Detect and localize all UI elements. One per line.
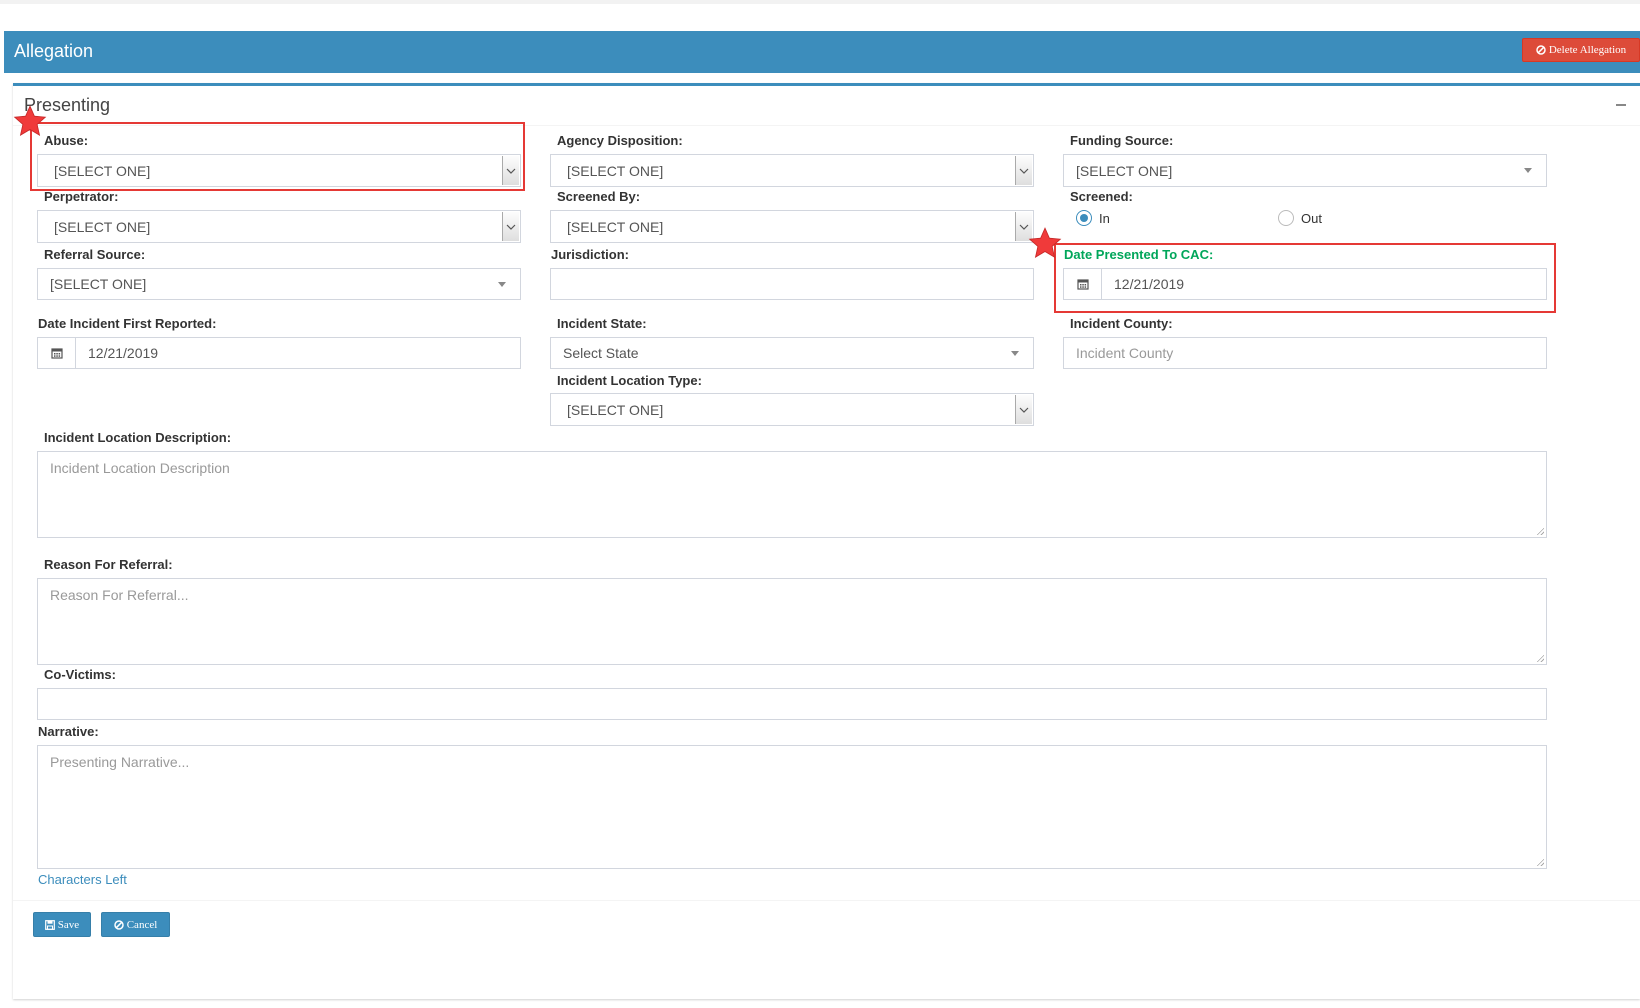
screened-in-label: In <box>1099 211 1110 226</box>
resize-grip-icon[interactable] <box>1536 858 1544 866</box>
resize-grip-icon[interactable] <box>1536 654 1544 662</box>
resize-grip-icon[interactable] <box>1536 527 1544 535</box>
perpetrator-select[interactable]: [SELECT ONE] <box>37 210 521 243</box>
date-first-reported-input[interactable]: 12/21/2019 <box>37 337 521 369</box>
incident-location-description-label: Incident Location Description: <box>44 430 232 445</box>
minus-icon[interactable] <box>1614 95 1628 109</box>
referral-source-label: Referral Source: <box>44 247 146 262</box>
screened-label: Screened: <box>1070 189 1133 204</box>
chevron-down-icon <box>1015 156 1032 185</box>
cancel-button[interactable]: Cancel <box>101 912 170 937</box>
ban-icon <box>1536 45 1546 55</box>
save-button[interactable]: Save <box>33 912 91 937</box>
incident-state-value: Select State <box>563 345 639 361</box>
date-presented-highlight-box <box>1054 243 1556 313</box>
panel-footer-divider <box>13 900 1640 901</box>
characters-left-link[interactable]: Characters Left <box>38 872 127 887</box>
perpetrator-label: Perpetrator: <box>44 189 119 204</box>
screened-by-select[interactable]: [SELECT ONE] <box>550 210 1034 243</box>
incident-county-label: Incident County: <box>1070 316 1173 331</box>
chevron-down-icon <box>1015 395 1032 424</box>
allegation-header-bar <box>4 31 1640 73</box>
ban-icon <box>113 919 124 930</box>
co-victims-label: Co-Victims: <box>44 667 116 682</box>
incident-state-label: Incident State: <box>557 316 647 331</box>
save-label: Save <box>57 918 80 931</box>
narrative-placeholder: Presenting Narrative... <box>50 754 190 770</box>
reason-for-referral-placeholder: Reason For Referral... <box>50 587 189 603</box>
screened-out-label: Out <box>1301 211 1322 226</box>
funding-source-select[interactable]: [SELECT ONE] <box>1063 154 1547 187</box>
incident-location-type-select[interactable]: [SELECT ONE] <box>550 393 1034 426</box>
incident-county-input[interactable]: Incident County <box>1063 337 1547 369</box>
star-icon <box>13 104 47 138</box>
perpetrator-value: [SELECT ONE] <box>54 218 151 235</box>
jurisdiction-input[interactable] <box>550 268 1034 300</box>
narrative-label: Narrative: <box>38 724 99 739</box>
delete-allegation-button[interactable]: Delete Allegation <box>1522 38 1640 62</box>
narrative-textarea[interactable]: Presenting Narrative... <box>37 745 1547 869</box>
incident-location-type-label: Incident Location Type: <box>557 373 702 388</box>
screened-by-label: Screened By: <box>557 189 641 204</box>
co-victims-input[interactable] <box>37 688 1547 720</box>
agency-disposition-value: [SELECT ONE] <box>567 162 664 179</box>
incident-location-description-placeholder: Incident Location Description <box>50 460 230 476</box>
cancel-label: Cancel <box>126 918 158 931</box>
reason-for-referral-textarea[interactable]: Reason For Referral... <box>37 578 1547 665</box>
jurisdiction-label: Jurisdiction: <box>551 247 630 262</box>
abuse-highlight-box <box>30 122 525 191</box>
incident-county-placeholder: Incident County <box>1076 345 1174 361</box>
screened-out-radio[interactable] <box>1278 210 1294 226</box>
delete-allegation-label: Delete Allegation <box>1548 44 1627 56</box>
reason-for-referral-label: Reason For Referral: <box>44 557 173 572</box>
incident-state-select[interactable]: Select State <box>550 337 1034 369</box>
star-icon <box>1028 226 1062 260</box>
date-first-reported-label: Date Incident First Reported: <box>38 316 217 331</box>
date-first-reported-value: 12/21/2019 <box>88 345 159 361</box>
top-strip <box>0 0 1640 4</box>
agency-disposition-label: Agency Disposition: <box>557 133 683 148</box>
referral-source-value: [SELECT ONE] <box>50 276 147 292</box>
screened-by-value: [SELECT ONE] <box>567 218 664 235</box>
referral-source-select[interactable]: [SELECT ONE] <box>37 268 521 300</box>
page-title: Allegation <box>14 41 94 61</box>
chevron-down-icon <box>502 212 519 241</box>
incident-location-description-textarea[interactable]: Incident Location Description <box>37 451 1547 538</box>
caret-down-icon <box>498 281 506 287</box>
caret-down-icon <box>1011 350 1019 356</box>
agency-disposition-select[interactable]: [SELECT ONE] <box>550 154 1034 187</box>
incident-location-type-value: [SELECT ONE] <box>567 401 664 418</box>
screened-in-radio[interactable] <box>1076 210 1092 226</box>
funding-source-label: Funding Source: <box>1070 133 1174 148</box>
caret-down-icon <box>1524 168 1532 173</box>
floppy-disk-icon <box>44 919 55 930</box>
funding-source-value: [SELECT ONE] <box>1076 162 1173 179</box>
calendar-icon[interactable] <box>38 338 76 368</box>
